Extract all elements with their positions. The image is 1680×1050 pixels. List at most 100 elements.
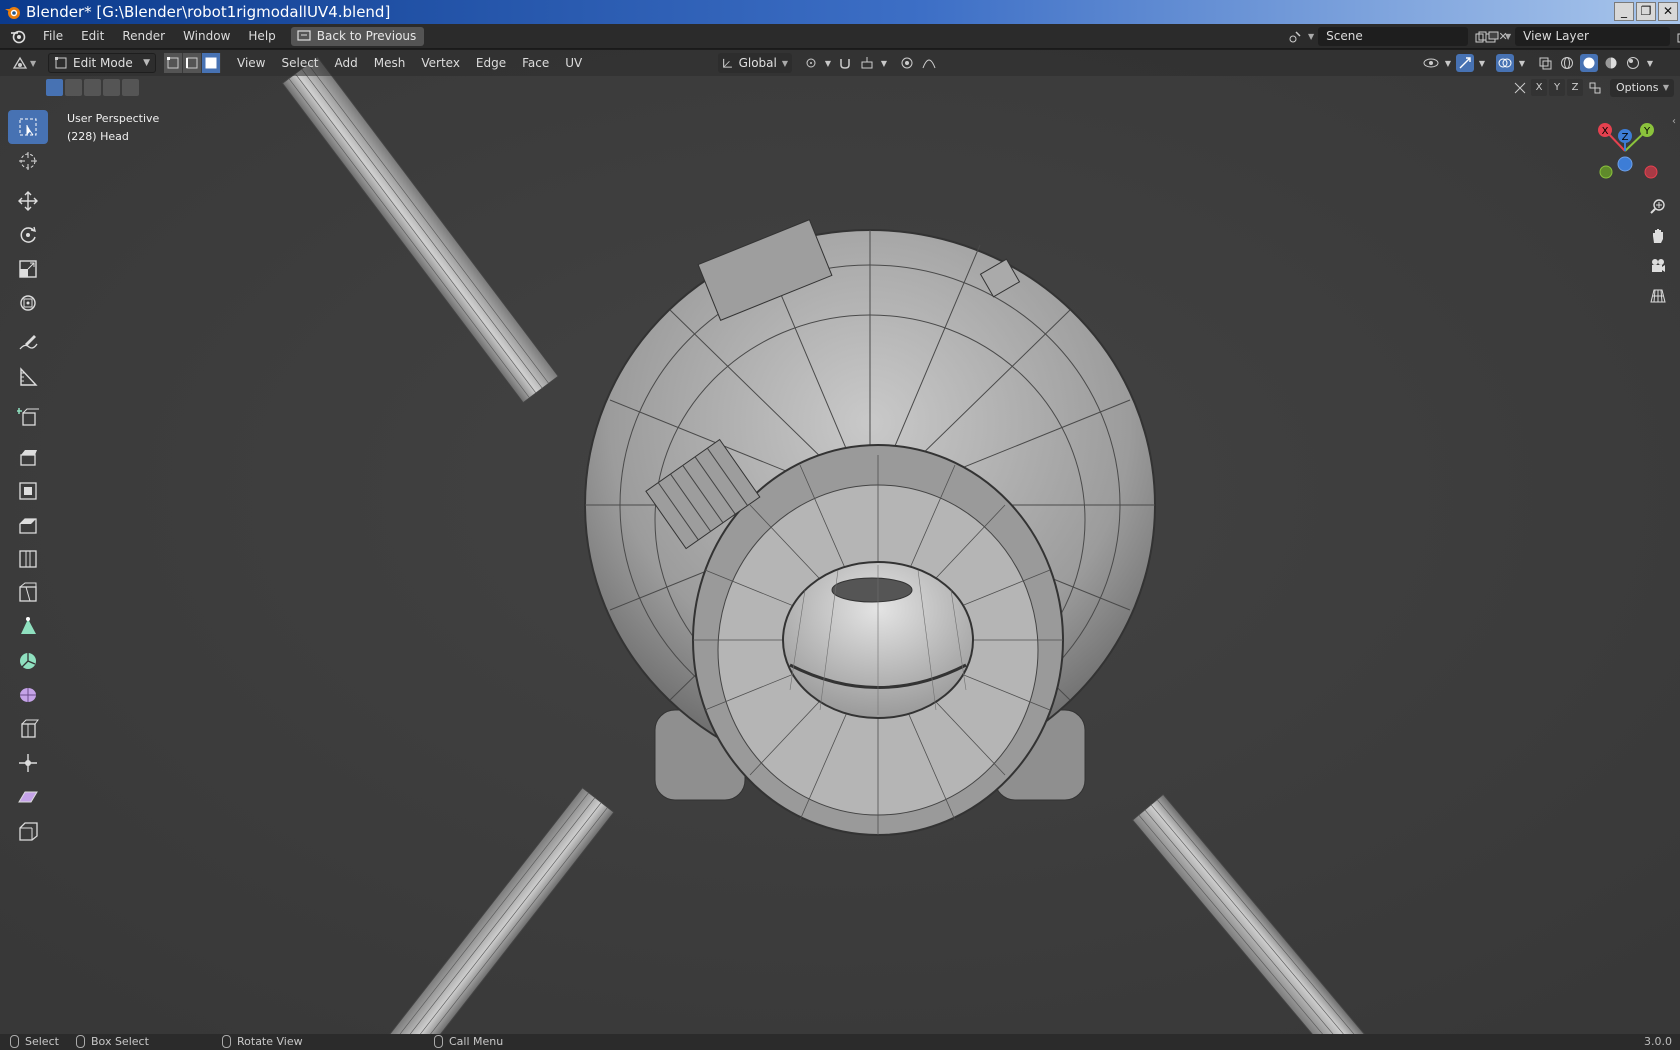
minimize-button[interactable]: _ <box>1614 2 1634 21</box>
scene-selector[interactable]: ▼ Scene ✕ <box>1286 27 1512 46</box>
snap-target-icon[interactable] <box>858 54 876 72</box>
shading-dropdown-icon[interactable]: ▼ <box>1646 54 1654 72</box>
back-to-previous-button[interactable]: Back to Previous <box>290 26 425 46</box>
extrude-tool[interactable] <box>8 440 48 474</box>
intersect-selection-icon[interactable] <box>122 79 139 96</box>
overlays-toggle-icon[interactable] <box>1496 54 1514 72</box>
scene-dropdown-icon[interactable]: ▼ <box>1308 32 1314 41</box>
rip-region-icon <box>19 822 38 841</box>
visibility-dropdown-icon[interactable]: ▼ <box>1444 54 1452 72</box>
visibility-eye-icon[interactable] <box>1422 54 1440 72</box>
pan-view-button[interactable] <box>1646 224 1670 248</box>
snap-toggle-icon[interactable] <box>836 54 854 72</box>
camera-view-button[interactable] <box>1646 254 1670 278</box>
poly-build-tool[interactable] <box>8 610 48 644</box>
proportional-edit-icon[interactable] <box>898 54 916 72</box>
pivot-dropdown-icon[interactable]: ▼ <box>824 54 832 72</box>
xray-toggle-icon[interactable] <box>1536 54 1554 72</box>
options-label: Options <box>1616 81 1659 94</box>
editor-type-icon[interactable]: ▼ <box>12 54 42 72</box>
smooth-tool[interactable] <box>8 678 48 712</box>
navigation-gizmo[interactable]: X Y Z <box>1590 116 1660 186</box>
gizmo-dropdown-icon[interactable]: ▼ <box>1478 54 1486 72</box>
loop-cut-tool[interactable] <box>8 542 48 576</box>
viewport-menu-add[interactable]: Add <box>327 50 366 76</box>
extend-selection-icon[interactable] <box>65 79 82 96</box>
annotate-tool[interactable] <box>8 326 48 360</box>
scale-tool[interactable] <box>8 252 48 286</box>
edge-slide-tool[interactable] <box>8 712 48 746</box>
ortho-toggle-button[interactable] <box>1646 284 1670 308</box>
window-titlebar: Blender* [G:\Blender\robot1rigmodallUV4.… <box>0 0 1680 24</box>
scale-icon <box>19 260 37 278</box>
spin-tool[interactable] <box>8 644 48 678</box>
mirror-options-icon[interactable] <box>1511 79 1529 97</box>
material-shading-icon[interactable] <box>1602 54 1620 72</box>
close-button[interactable]: ✕ <box>1658 2 1678 21</box>
view-layer-icon[interactable] <box>1483 28 1501 46</box>
set-new-selection-icon[interactable] <box>46 79 63 96</box>
select-box-tool[interactable] <box>8 110 48 144</box>
menu-help[interactable]: Help <box>239 24 284 49</box>
viewport-menu-vertex[interactable]: Vertex <box>413 50 468 76</box>
rotate-tool[interactable] <box>8 218 48 252</box>
3d-viewport[interactable]: ▼ Edit Mode ▼ View Select Add Mesh Verte… <box>0 50 1680 1034</box>
robot-head-mesh[interactable] <box>0 50 1680 1034</box>
wireframe-shading-icon[interactable] <box>1558 54 1576 72</box>
blender-menu-icon[interactable] <box>10 28 26 44</box>
gizmo-neg-y-axis[interactable] <box>1599 165 1613 179</box>
menu-window[interactable]: Window <box>174 24 239 49</box>
viewport-menu-select[interactable]: Select <box>273 50 326 76</box>
viewport-menu-face[interactable]: Face <box>514 50 557 76</box>
auto-merge-icon[interactable] <box>1586 79 1604 97</box>
view-layer-name-field[interactable]: View Layer <box>1515 27 1671 46</box>
knife-tool[interactable] <box>8 576 48 610</box>
shrink-fatten-tool[interactable] <box>8 746 48 780</box>
menu-file[interactable]: File <box>34 24 72 49</box>
menu-render[interactable]: Render <box>113 24 174 49</box>
gizmo-neg-x-axis[interactable] <box>1644 165 1658 179</box>
inset-tool[interactable] <box>8 474 48 508</box>
difference-selection-icon[interactable] <box>103 79 120 96</box>
solid-shading-icon[interactable] <box>1580 54 1598 72</box>
measure-tool[interactable] <box>8 360 48 394</box>
overlays-dropdown-icon[interactable]: ▼ <box>1518 54 1526 72</box>
zoom-view-button[interactable] <box>1646 194 1670 218</box>
rendered-shading-icon[interactable] <box>1624 54 1642 72</box>
mirror-x-button[interactable]: X <box>1531 79 1547 96</box>
active-object-label: (228) Head <box>67 130 129 143</box>
move-tool[interactable] <box>8 184 48 218</box>
pivot-point-icon[interactable] <box>802 54 820 72</box>
scene-name-field[interactable]: Scene <box>1318 27 1469 46</box>
viewport-menu-mesh[interactable]: Mesh <box>366 50 414 76</box>
rip-region-tool[interactable] <box>8 814 48 848</box>
falloff-curve-icon[interactable] <box>920 54 938 72</box>
mirror-y-button[interactable]: Y <box>1549 79 1565 96</box>
viewport-menu-edge[interactable]: Edge <box>468 50 514 76</box>
gizmo-toggle-icon[interactable] <box>1456 54 1474 72</box>
mode-selector[interactable]: Edit Mode ▼ <box>48 53 156 73</box>
mirror-z-button[interactable]: Z <box>1567 79 1583 96</box>
snap-dropdown-icon[interactable]: ▼ <box>880 54 888 72</box>
view-layer-selector[interactable]: ▼ View Layer ✕ <box>1483 27 1680 46</box>
cursor-tool[interactable] <box>8 144 48 178</box>
subtract-selection-icon[interactable] <box>84 79 101 96</box>
sidebar-toggle-icon[interactable]: ‹ <box>1672 116 1676 127</box>
vertex-select-mode-icon[interactable] <box>164 53 183 73</box>
face-select-mode-icon[interactable] <box>202 53 221 73</box>
options-dropdown[interactable]: Options ▼ <box>1610 79 1674 97</box>
transform-orientation-dropdown[interactable]: Global ▼ <box>718 53 792 73</box>
add-cube-tool[interactable] <box>8 400 48 434</box>
new-view-layer-icon[interactable] <box>1674 28 1680 46</box>
viewport-menu-uv[interactable]: UV <box>557 50 590 76</box>
transform-tool[interactable] <box>8 286 48 320</box>
shear-tool[interactable] <box>8 780 48 814</box>
scene-icon[interactable] <box>1286 28 1304 46</box>
edge-select-mode-icon[interactable] <box>183 53 202 73</box>
bevel-tool[interactable] <box>8 508 48 542</box>
menu-edit[interactable]: Edit <box>72 24 113 49</box>
view-layer-dropdown-icon[interactable]: ▼ <box>1505 32 1511 41</box>
gizmo-neg-z-axis[interactable] <box>1617 156 1633 172</box>
viewport-menu-view[interactable]: View <box>229 50 273 76</box>
restore-button[interactable]: ❐ <box>1636 2 1656 21</box>
